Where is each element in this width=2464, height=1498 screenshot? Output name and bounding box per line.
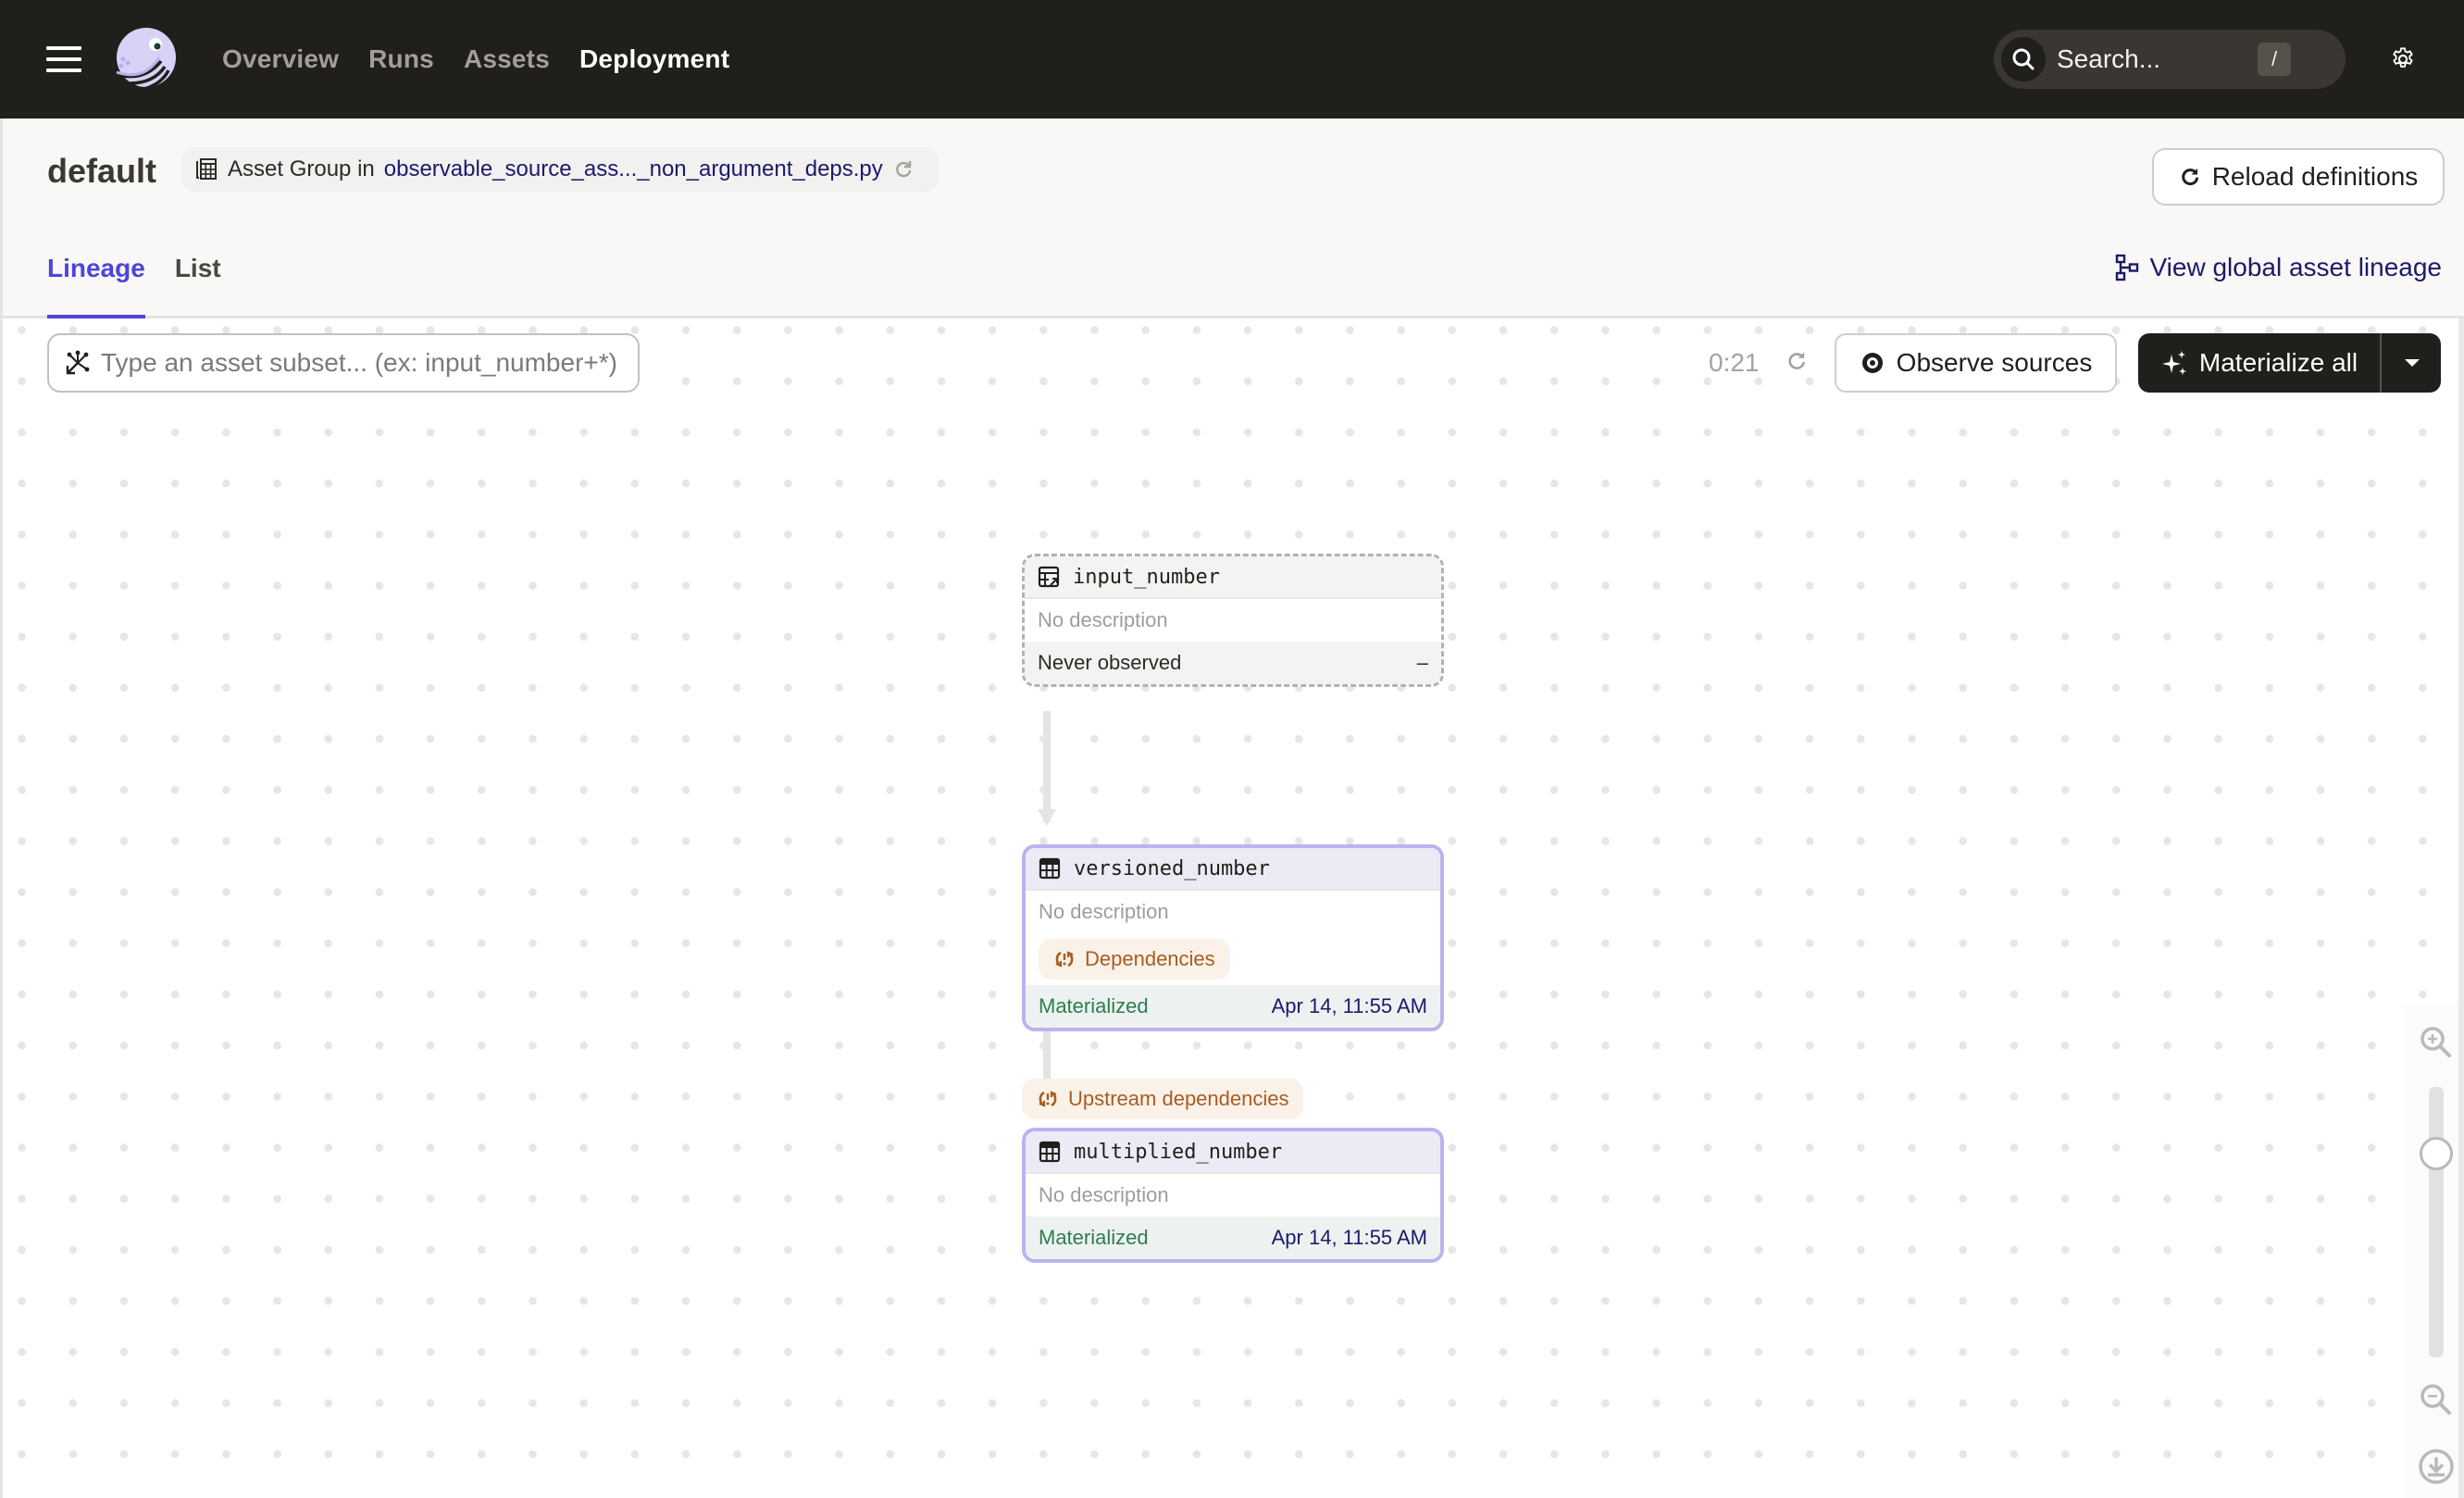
canvas-scrollbar[interactable]: [2458, 318, 2464, 1498]
status-time[interactable]: Apr 14, 11:55 AM: [1272, 994, 1427, 1018]
node-status: Materialized Apr 14, 11:55 AM: [1026, 1217, 1440, 1259]
status-time: –: [1416, 651, 1428, 674]
menu-icon[interactable]: [46, 46, 81, 72]
page-title: default: [47, 152, 157, 190]
node-name: versioned_number: [1074, 856, 1270, 880]
lineage-icon: [2115, 254, 2138, 281]
edge-input-to-versioned: [1043, 711, 1051, 822]
nav-links: Overview Runs Assets Deployment: [222, 41, 759, 78]
dependencies-badge-label: Dependencies: [1085, 947, 1215, 970]
search-placeholder: Search...: [2057, 44, 2161, 73]
zoom-controls: [2405, 1004, 2458, 1498]
status-label: Never observed: [1038, 651, 1182, 674]
upstream-badge-label: Upstream dependencies: [1068, 1087, 1289, 1110]
refresh-icon[interactable]: [1785, 348, 1809, 374]
asset-selection-icon: [66, 350, 90, 375]
refresh-icon: [2182, 169, 2198, 186]
asset-group-location: Asset Group in observable_source_ass..._…: [181, 147, 939, 192]
asset-selection-input[interactable]: [101, 348, 638, 378]
view-global-lineage-link[interactable]: View global asset lineage: [2115, 253, 2442, 282]
zoom-slider-thumb[interactable]: [2420, 1137, 2453, 1170]
node-header: input_number: [1025, 556, 1441, 599]
lineage-canvas[interactable]: 0:21 Observe sources Materialize all: [0, 318, 2458, 1498]
asset-group-prefix: Asset Group in: [228, 156, 375, 181]
materialize-all-button[interactable]: Materialize all: [2138, 333, 2380, 393]
status-label: Materialized: [1039, 994, 1149, 1017]
asset-selection-filter[interactable]: [47, 333, 640, 393]
tab-lineage[interactable]: Lineage: [47, 250, 145, 318]
zoom-out-icon[interactable]: [2418, 1381, 2455, 1418]
gear-icon[interactable]: [2390, 46, 2416, 72]
search-input[interactable]: Search... /: [1994, 30, 2346, 89]
dagster-logo-icon[interactable]: [109, 24, 180, 94]
asset-node-versioned-number[interactable]: versioned_number No description Dependen…: [1022, 844, 1444, 1031]
source-asset-icon: [1038, 566, 1060, 588]
node-status: Never observed –: [1025, 642, 1441, 684]
top-navigation: Overview Runs Assets Deployment Search..…: [0, 0, 2464, 119]
reload-location-icon[interactable]: [892, 158, 915, 181]
asset-node-multiplied-number[interactable]: multiplied_number No description Materia…: [1022, 1128, 1444, 1263]
changed-dependencies-icon: [1039, 1091, 1057, 1107]
page-header: default Asset Group in observable_source…: [0, 119, 2464, 318]
table-icon: [1039, 1141, 1061, 1163]
refresh-timer: 0:21: [1709, 348, 1760, 377]
reload-definitions-label: Reload definitions: [2211, 162, 2419, 191]
reload-definitions-button[interactable]: Reload definitions: [2152, 148, 2445, 206]
node-name: multiplied_number: [1074, 1140, 1283, 1164]
zoom-in-icon[interactable]: [2418, 1024, 2455, 1061]
status-time[interactable]: Apr 14, 11:55 AM: [1272, 1226, 1427, 1250]
status-label: Materialized: [1039, 1226, 1149, 1249]
asset-node-input-number[interactable]: input_number No description Never observ…: [1022, 554, 1444, 687]
node-status: Materialized Apr 14, 11:55 AM: [1026, 985, 1440, 1028]
observe-sources-button[interactable]: Observe sources: [1835, 333, 2117, 393]
edge-versioned-to-multiplied: [1043, 1026, 1051, 1081]
node-badge-row: Dependencies: [1026, 933, 1440, 985]
node-name: input_number: [1073, 565, 1220, 589]
materialize-all-label: Materialize all: [2198, 348, 2358, 377]
upstream-dependencies-badge[interactable]: Upstream dependencies: [1022, 1079, 1304, 1119]
eye-icon: [1861, 353, 1883, 373]
node-header: versioned_number: [1026, 848, 1440, 891]
asset-group-icon: [196, 158, 217, 180]
zoom-slider[interactable]: [2420, 1087, 2453, 1357]
tab-bar: Lineage List: [47, 250, 221, 318]
nav-runs[interactable]: Runs: [368, 41, 434, 78]
code-location-link[interactable]: observable_source_ass..._non_argument_de…: [384, 156, 883, 182]
table-icon: [1039, 857, 1061, 880]
edge-arrowhead: [1038, 809, 1056, 826]
tab-list[interactable]: List: [175, 250, 221, 318]
node-description: No description: [1026, 1174, 1440, 1217]
nav-overview[interactable]: Overview: [222, 41, 339, 78]
node-header: multiplied_number: [1026, 1131, 1440, 1174]
download-icon[interactable]: [2418, 1448, 2455, 1485]
nav-assets[interactable]: Assets: [464, 41, 550, 78]
view-global-lineage-label: View global asset lineage: [2149, 253, 2442, 281]
changed-dependencies-icon: [1055, 951, 1074, 967]
nav-deployment[interactable]: Deployment: [579, 41, 729, 78]
search-shortcut: /: [2258, 43, 2291, 76]
search-icon: [2012, 48, 2035, 70]
node-description: No description: [1025, 599, 1441, 642]
sparkle-icon: [2161, 351, 2186, 375]
node-description: No description: [1026, 891, 1440, 933]
observe-sources-label: Observe sources: [1896, 348, 2093, 377]
dependencies-changed-badge[interactable]: Dependencies: [1039, 939, 1230, 980]
search-icon-wrap: [2001, 37, 2046, 81]
materialize-options-dropdown[interactable]: [2380, 333, 2441, 393]
